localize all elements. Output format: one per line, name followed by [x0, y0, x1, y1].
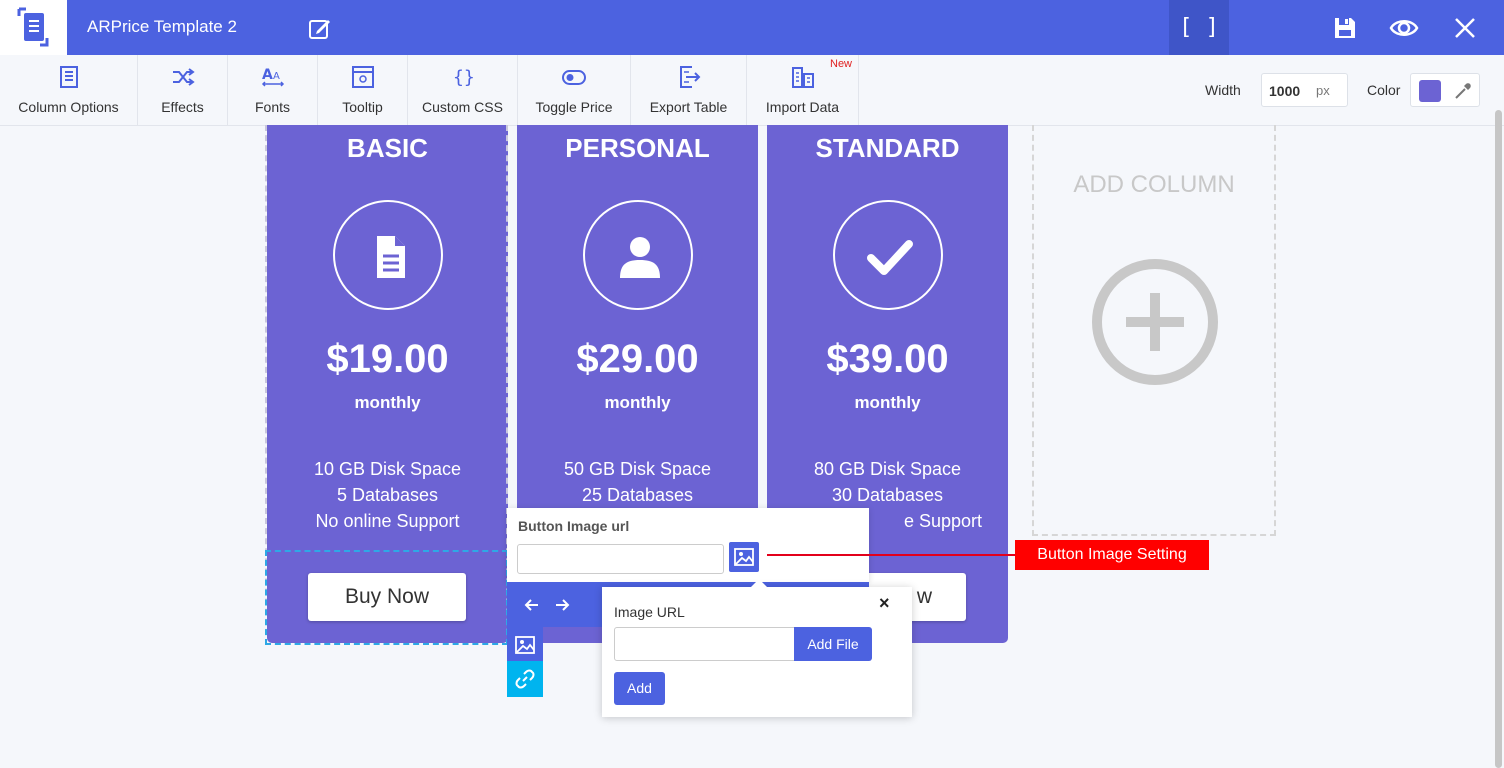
save-icon[interactable]	[1331, 14, 1359, 42]
shuffle-icon	[172, 68, 195, 86]
width-value: 1000	[1269, 83, 1301, 99]
image-url-input[interactable]	[614, 627, 796, 661]
toolbar-label: Custom CSS	[422, 99, 503, 115]
color-swatch[interactable]	[1419, 80, 1441, 102]
column-feature: 25 Databases	[581, 485, 694, 505]
link-icon	[515, 669, 535, 689]
add-column[interactable]: ADD COLUMN	[1032, 125, 1276, 536]
toolbar-label: Effects	[161, 99, 204, 115]
toolbar-fonts[interactable]: AA Fonts	[228, 55, 318, 125]
toolbar-label: Tooltip	[342, 99, 383, 115]
add-file-button[interactable]: Add File	[794, 627, 872, 661]
column-price: $29.00	[576, 337, 699, 381]
import-icon	[791, 67, 814, 88]
svg-text:A: A	[273, 71, 280, 82]
image-url-label: Image URL	[614, 604, 685, 620]
plus-circle-icon[interactable]	[1090, 257, 1220, 387]
arrow-right-icon[interactable]	[552, 595, 572, 615]
edit-icon[interactable]	[307, 16, 333, 42]
button-image-picker[interactable]	[729, 542, 759, 572]
fullscreen-button[interactable]: [ ]	[1169, 0, 1229, 55]
column-options-icon	[59, 66, 78, 88]
top-header: ARPrice Template 2 [ ]	[0, 0, 1504, 55]
svg-text:A: A	[262, 67, 273, 83]
column-title: PERSONAL	[565, 133, 710, 163]
svg-text:{}: {}	[453, 67, 475, 88]
width-label: Width	[1205, 82, 1241, 98]
selected-button-area	[265, 550, 508, 645]
column-icon-circle	[583, 200, 693, 310]
column-feature: 50 GB Disk Space	[563, 459, 712, 479]
close-icon[interactable]	[1451, 14, 1479, 42]
image-url-popup: × Image URL Add File Add	[602, 579, 912, 717]
check-icon	[867, 240, 913, 275]
image-tool-button[interactable]	[507, 627, 543, 661]
button-image-url-label: Button Image url	[518, 518, 630, 534]
app-title: ARPrice Template 2	[87, 17, 237, 36]
callout-label: Button Image Setting	[1015, 540, 1209, 570]
width-unit: px	[1316, 83, 1330, 98]
toolbar-toggle-price[interactable]: Toggle Price	[518, 55, 631, 125]
fonts-icon: AA	[261, 67, 284, 87]
column-icon-circle	[833, 200, 943, 310]
braces-icon: {}	[453, 67, 475, 88]
button-image-url-input[interactable]	[517, 544, 724, 574]
toolbar-effects[interactable]: Effects	[138, 55, 228, 125]
toolbar-column-options[interactable]: Column Options	[0, 55, 138, 125]
column-period: monthly	[604, 393, 671, 412]
image-icon	[515, 636, 535, 654]
add-column-label: ADD COLUMN	[1073, 171, 1235, 198]
new-badge: New	[830, 58, 853, 70]
add-button[interactable]: Add	[614, 672, 665, 705]
tooltip-icon	[351, 66, 374, 88]
color-label: Color	[1367, 82, 1401, 98]
column-price: $39.00	[826, 337, 949, 381]
preview-icon[interactable]	[1389, 14, 1419, 42]
link-tool-button[interactable]	[507, 661, 543, 697]
toolbar-label: Fonts	[254, 99, 290, 115]
toggle-icon	[562, 70, 586, 85]
color-picker[interactable]	[1410, 73, 1480, 107]
eyedropper-icon[interactable]	[1453, 81, 1473, 101]
button-image-popup: Button Image url	[507, 508, 869, 582]
toolbar-export-table[interactable]: Export Table	[631, 55, 747, 125]
toolbar-custom-css[interactable]: {} Custom CSS	[408, 55, 518, 125]
column-title: STANDARD	[815, 133, 960, 163]
column-period: monthly	[854, 393, 921, 412]
column-feature: 30 Databases	[831, 485, 944, 505]
popup-close-button[interactable]: ×	[879, 593, 890, 614]
toolbar-label: Import Data	[765, 99, 840, 115]
toolbar-label: Export Table	[649, 99, 728, 115]
arrow-left-icon[interactable]	[522, 595, 542, 615]
logo-icon	[17, 7, 49, 47]
toolbar-label: Column Options	[18, 99, 119, 115]
callout-connector-line	[767, 554, 1015, 556]
vertical-scrollbar[interactable]	[1495, 110, 1502, 768]
popup-arrow	[750, 579, 768, 588]
export-icon	[679, 66, 700, 88]
toolbar-tooltip[interactable]: Tooltip	[318, 55, 408, 125]
logo[interactable]	[0, 0, 67, 55]
width-input[interactable]: 1000 px	[1261, 73, 1348, 107]
toolbar-label: Toggle Price	[535, 99, 613, 115]
column-feature: 80 GB Disk Space	[813, 459, 962, 479]
image-icon	[734, 548, 754, 566]
user-icon	[620, 237, 660, 278]
